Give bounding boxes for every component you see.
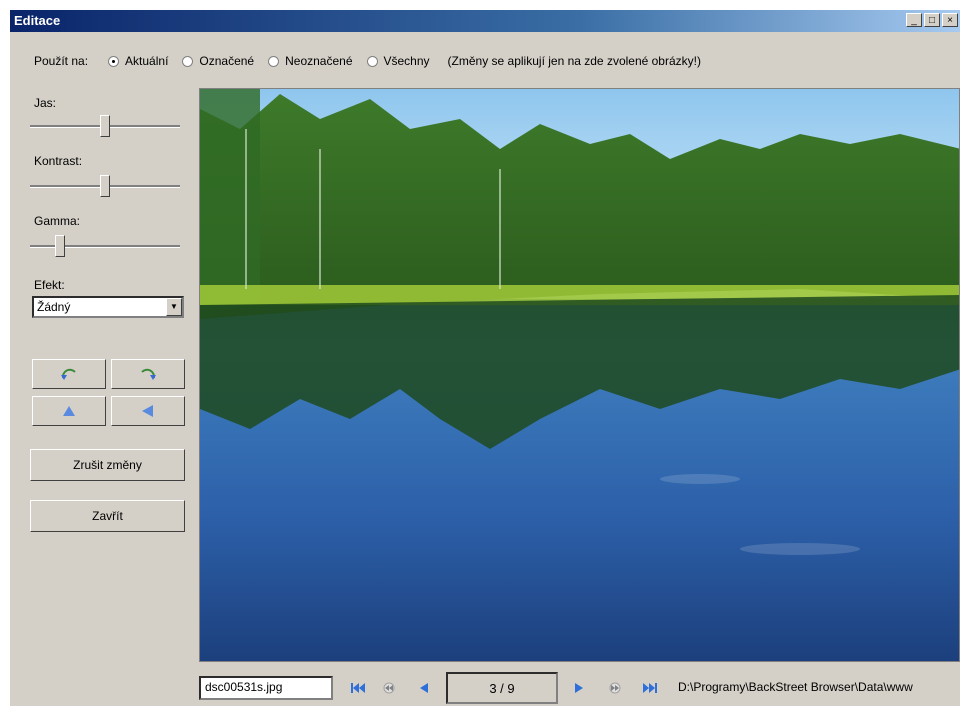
effect-value: Žádný [37,300,71,314]
title-bar[interactable]: Editace _ □ × [10,10,960,32]
flip-horizontal-button[interactable] [111,396,185,426]
lake-forest-photo [200,89,959,661]
radio-selected[interactable]: Označené [182,54,254,68]
last-icon [643,683,657,693]
radio-current[interactable]: Aktuální [108,54,168,68]
file-path: D:\Programy\BackStreet Browser\Data\www [678,680,913,694]
minimize-button[interactable]: _ [906,13,922,27]
apply-note: (Změny se aplikují jen na zde zvolené ob… [447,54,701,68]
radio-label: Všechny [383,54,430,68]
effect-select[interactable]: Žádný ▼ [32,296,184,318]
rotate-left-icon [61,368,76,380]
rewind-icon [383,682,395,694]
slider-thumb[interactable] [100,115,110,137]
maximize-button[interactable]: □ [924,13,940,27]
gamma-slider[interactable] [30,231,180,261]
dropdown-arrow-icon[interactable]: ▼ [166,298,182,316]
brightness-label: Jas: [34,96,57,110]
radio-label: Neoznačené [285,54,353,68]
window-title: Editace [14,13,61,28]
radio-circle[interactable] [366,55,378,67]
page-counter: 3 / 9 [446,672,558,704]
brightness-slider[interactable] [30,111,180,141]
window-controls: _ □ × [906,13,958,27]
slider-thumb[interactable] [55,235,65,257]
next-icon [575,683,583,693]
flip-vertical-button[interactable] [32,396,106,426]
slider-track [30,245,180,248]
editor-window: Editace _ □ × Použít na: Aktuální Označe… [10,10,960,706]
effect-label: Efekt: [34,278,65,292]
preview-image [199,88,960,662]
radio-circle[interactable] [268,55,280,67]
radio-circle[interactable] [182,55,194,67]
prev-icon [420,683,428,693]
flip-vertical-icon [63,406,75,416]
rotate-right-button[interactable] [111,359,185,389]
first-icon [351,683,365,693]
filename-field[interactable]: dsc00531s.jpg [199,676,333,700]
radio-unselected[interactable]: Neoznačené [268,54,353,68]
slider-thumb[interactable] [100,175,110,197]
radio-label: Aktuální [125,54,169,68]
rotate-right-icon [141,368,156,380]
gamma-label: Gamma: [34,214,81,228]
rotate-left-button[interactable] [32,359,106,389]
first-button[interactable] [350,680,366,696]
rewind-button[interactable] [382,680,396,696]
radio-label: Označené [199,54,255,68]
last-button[interactable] [642,680,658,696]
fast-forward-icon [609,682,621,694]
apply-to-label: Použít na: [34,54,89,68]
next-button[interactable] [573,680,585,696]
contrast-label: Kontrast: [34,154,83,168]
radio-all[interactable]: Všechny [366,54,430,68]
prev-button[interactable] [418,680,430,696]
contrast-slider[interactable] [30,171,180,201]
close-button[interactable]: Zavřít [30,500,185,532]
apply-to-row: Použít na: Aktuální Označené Neoznačené … [34,54,701,68]
radio-circle[interactable] [108,55,120,67]
close-window-button[interactable]: × [942,13,958,27]
discard-changes-button[interactable]: Zrušit změny [30,449,185,481]
flip-horizontal-icon [142,405,153,417]
fast-forward-button[interactable] [608,680,622,696]
